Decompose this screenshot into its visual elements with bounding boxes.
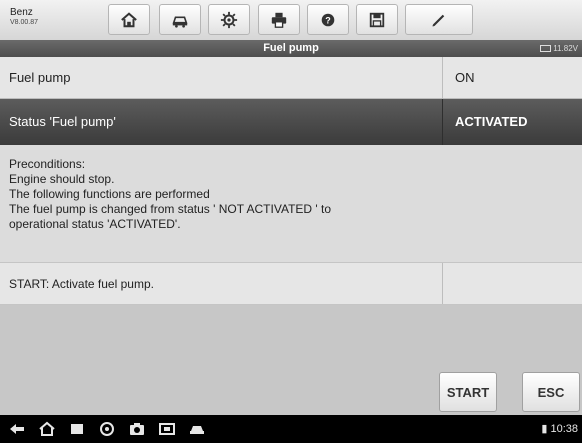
back-icon[interactable] [8, 421, 26, 437]
top-toolbar: Benz V8.00.87 ? [0, 0, 582, 41]
camera-icon[interactable] [128, 421, 146, 437]
start-instruction-value [442, 263, 582, 304]
preconditions-line: The fuel pump is changed from status ' N… [9, 202, 332, 216]
page-title: Fuel pump [263, 42, 319, 54]
preconditions-line: Preconditions: [9, 157, 86, 171]
edit-icon [432, 14, 445, 27]
fuel-pump-label: Fuel pump [9, 70, 71, 85]
start-instruction-label: START: Activate fuel pump. [9, 277, 154, 291]
start-button[interactable]: START [439, 372, 497, 412]
home-icon [121, 11, 137, 27]
title-bar: Fuel pump 11.82V [0, 40, 582, 57]
brand-label: Benz V8.00.87 [10, 7, 70, 33]
preconditions-line: operational status 'ACTIVATED'. [9, 217, 181, 231]
browser-icon[interactable] [98, 421, 116, 437]
clock-time: 10:38 [550, 423, 578, 435]
brand-name: Benz [10, 7, 33, 18]
esc-button[interactable]: ESC [522, 372, 580, 412]
battery-icon [540, 45, 552, 53]
table-row-fuel-pump[interactable]: Fuel pump ON [0, 57, 582, 99]
app-screen: Benz V8.00.87 ? Fuel pump 11.82V Fuel pu… [0, 0, 582, 443]
home-nav-icon[interactable] [38, 421, 56, 437]
edit-button[interactable] [405, 4, 473, 35]
save-button[interactable] [356, 4, 398, 35]
status-value: ACTIVATED [442, 99, 582, 145]
recent-apps-icon[interactable] [68, 421, 86, 437]
software-version: V8.00.87 [10, 19, 39, 26]
table-row-status[interactable]: Status 'Fuel pump' ACTIVATED [0, 99, 582, 145]
battery-voltage: 11.82V [540, 40, 578, 57]
display-icon[interactable] [158, 421, 176, 437]
battery-voltage-value: 11.82V [553, 44, 578, 53]
vehicle-icon [172, 15, 188, 28]
preconditions-line: The following functions are performed [9, 187, 210, 201]
preconditions-panel: Preconditions: Engine should stop. The f… [0, 145, 582, 263]
preconditions-line: Engine should stop. [9, 172, 115, 186]
settings-icon [220, 11, 238, 28]
help-icon: ? [321, 13, 335, 26]
status-clock: ▮ 10:38 [541, 423, 578, 435]
print-icon [271, 12, 287, 28]
table-row-start-instruction[interactable]: START: Activate fuel pump. [0, 263, 582, 305]
settings-button[interactable] [208, 4, 250, 35]
save-icon [369, 12, 385, 27]
preconditions-text: Preconditions: Engine should stop. The f… [0, 145, 442, 262]
print-button[interactable] [258, 4, 300, 35]
help-button[interactable]: ? [307, 4, 349, 35]
fuel-pump-value: ON [442, 57, 582, 98]
vehicle-select-button[interactable] [159, 4, 201, 35]
home-button[interactable] [108, 4, 150, 35]
system-nav-bar: ▮ 10:38 [0, 415, 582, 443]
preconditions-value-cell [442, 145, 582, 262]
status-label: Status 'Fuel pump' [9, 114, 116, 129]
vehicle-nav-icon[interactable] [188, 421, 206, 437]
svg-text:?: ? [325, 15, 331, 25]
